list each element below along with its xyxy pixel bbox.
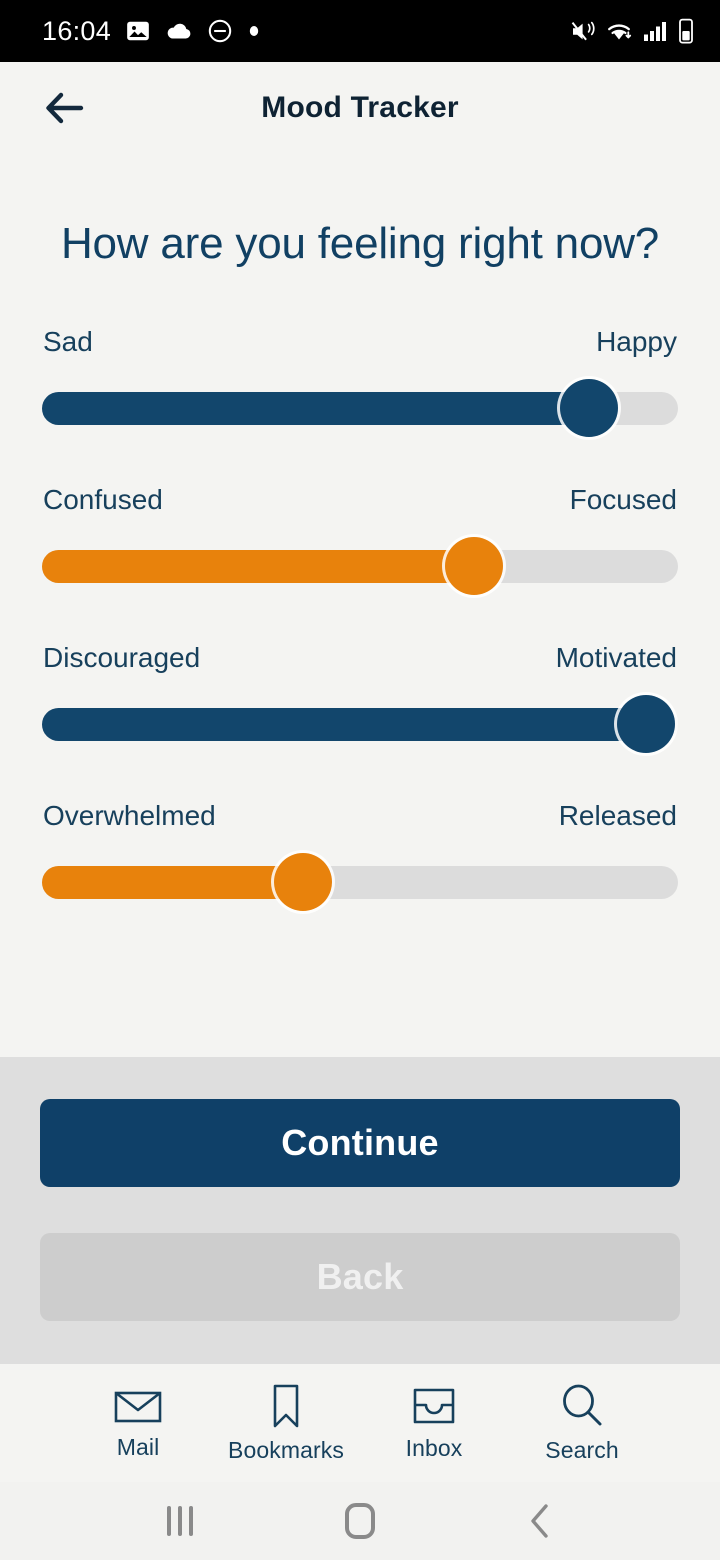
image-icon (127, 21, 149, 41)
footer-actions: Continue Back (0, 1057, 720, 1364)
slider-thumb[interactable] (445, 537, 504, 596)
slider-fill (42, 391, 589, 425)
slider-fill (42, 865, 303, 899)
status-bar-right (570, 18, 694, 44)
cellular-signal-icon (644, 22, 666, 41)
slider-left-label: Discouraged (43, 642, 201, 674)
slider-right-label: Motivated (555, 642, 677, 674)
battery-icon (679, 18, 693, 44)
slider-track[interactable] (42, 853, 678, 912)
tab-mail[interactable]: Mail (64, 1386, 212, 1461)
dot-icon (249, 26, 259, 36)
slider-left-label: Confused (43, 484, 163, 516)
phone-screen: 16:04 Mood Tracker How are you feeling r… (0, 0, 720, 1560)
app-bar: Mood Tracker (0, 62, 720, 154)
main-content: How are you feeling right now? Sad Happy… (0, 154, 720, 1057)
tab-inbox[interactable]: Inbox (360, 1385, 508, 1462)
slider-thumb[interactable] (617, 695, 676, 754)
slider-thumb[interactable] (559, 379, 618, 438)
slider-group-overwhelmed-released: Overwhelmed Released (42, 800, 678, 912)
back-button[interactable]: Back (40, 1233, 680, 1321)
bottom-tab-bar: Mail Bookmarks Inbox Search (0, 1364, 720, 1482)
home-button[interactable] (315, 1491, 405, 1551)
search-icon (563, 1384, 602, 1425)
slider-sad-happy[interactable] (42, 379, 678, 438)
mute-vibrate-icon (571, 21, 595, 40)
page-title: Mood Tracker (261, 91, 459, 124)
slider-left-label: Overwhelmed (43, 800, 216, 832)
recents-button[interactable] (135, 1491, 225, 1551)
android-navigation-bar (0, 1482, 720, 1560)
slider-group-sad-happy: Sad Happy (42, 326, 678, 438)
slider-overwhelmed-released[interactable] (42, 853, 678, 912)
slider-discouraged-motivated[interactable] (42, 695, 678, 754)
wifi-icon (608, 24, 632, 40)
slider-left-label: Sad (43, 326, 93, 358)
slider-right-label: Released (558, 800, 677, 832)
inbox-icon (413, 1388, 455, 1423)
slider-group-confused-focused: Confused Focused (42, 484, 678, 596)
status-bar-left: 16:04 (42, 16, 261, 47)
tab-label: Bookmarks (228, 1436, 344, 1463)
tab-label: Inbox (405, 1434, 463, 1461)
tab-label: Mail (116, 1433, 160, 1460)
slider-group-discouraged-motivated: Discouraged Motivated (42, 642, 678, 754)
slider-track[interactable] (42, 537, 678, 596)
slider-fill (42, 549, 475, 583)
slider-labels: Sad Happy (42, 326, 678, 358)
home-icon (345, 1503, 375, 1539)
arrow-left-icon (46, 92, 84, 124)
back-navigation-button[interactable] (34, 77, 96, 139)
tab-label: Search (545, 1436, 619, 1463)
status-bar: 16:04 (0, 0, 720, 62)
recents-icon (167, 1506, 193, 1536)
slider-fill (42, 707, 647, 741)
mail-icon (114, 1391, 162, 1422)
do-not-disturb-icon (208, 19, 232, 43)
bookmark-icon (273, 1384, 299, 1427)
slider-labels: Confused Focused (42, 484, 678, 516)
tab-bookmarks[interactable]: Bookmarks (212, 1383, 360, 1464)
continue-button[interactable]: Continue (40, 1099, 680, 1187)
slider-labels: Discouraged Motivated (42, 642, 678, 674)
slider-track[interactable] (42, 379, 678, 438)
cloud-icon (167, 23, 191, 39)
question-headline: How are you feeling right now? (60, 219, 660, 268)
slider-labels: Overwhelmed Released (42, 800, 678, 832)
slider-confused-focused[interactable] (42, 537, 678, 596)
system-back-button[interactable] (495, 1491, 585, 1551)
slider-right-label: Focused (569, 484, 677, 516)
chevron-left-icon (531, 1504, 548, 1538)
slider-track[interactable] (42, 695, 678, 754)
slider-right-label: Happy (596, 326, 677, 358)
status-bar-clock: 16:04 (42, 15, 112, 46)
tab-search[interactable]: Search (508, 1383, 656, 1464)
slider-thumb[interactable] (273, 853, 332, 912)
